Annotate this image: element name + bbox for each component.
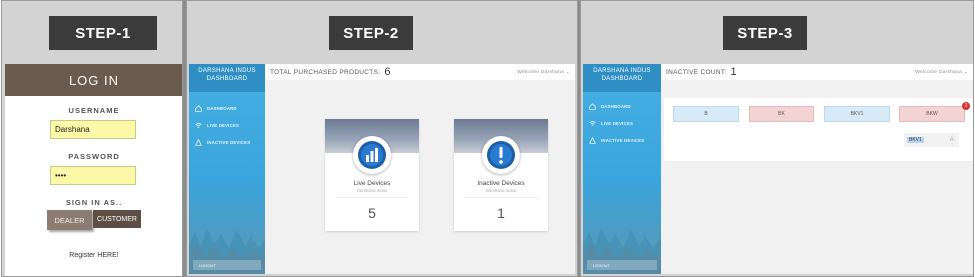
nav-dashboard-label: DASHBOARD	[601, 104, 631, 109]
nav-live-devices[interactable]: LIVE DEVICES	[583, 115, 661, 132]
username-label: USERNAME	[68, 106, 120, 115]
dealer-button[interactable]: DEALER	[47, 210, 92, 230]
device-chip-bkw[interactable]: BKW	[899, 106, 965, 122]
picker-selected: BKV1	[907, 137, 924, 143]
inactive-count-label: INACTIVE COUNT:	[666, 68, 727, 76]
tutorial-frame: STEP-1 LOG IN USERNAME Darshana PASSWORD…	[0, 0, 975, 277]
dashboard-brand: DARSHANA INDUS DASHBOARD	[583, 64, 661, 92]
wifi-icon	[589, 121, 596, 126]
login-panel: LOG IN USERNAME Darshana PASSWORD •••• S…	[5, 64, 182, 276]
card-subtitle: Darshana Indus	[485, 188, 517, 193]
total-products-label: TOTAL PURCHASED PRODUCTS:	[270, 68, 381, 76]
inactive-count-value: 1	[730, 66, 737, 78]
logout-label: LOGOUT	[593, 262, 610, 268]
wifi-icon	[195, 123, 202, 128]
password-input[interactable]: ••••	[50, 166, 136, 185]
sidebar: DARSHANA INDUS DASHBOARD DASHBOARD LIVE …	[583, 64, 661, 274]
nav-dashboard[interactable]: DASHBOARD	[583, 98, 661, 115]
welcome-menu[interactable]: Welcome Darshana ⌄	[915, 70, 968, 75]
bar-chart-icon	[353, 136, 391, 174]
sidebar: DARSHANA INDUS DASHBOARD DASHBOARD LIVE …	[189, 64, 265, 274]
step-3-column: STEP-3 DARSHANA INDUS DASHBOARD DASHBOAR…	[580, 0, 974, 277]
welcome-menu[interactable]: Welcome Darshana ⌄	[517, 70, 570, 75]
card-divider	[335, 197, 409, 198]
main-content: INACTIVE COUNT: 1 Welcome Darshana ⌄ B B…	[661, 64, 973, 274]
nav-live-devices-label: LIVE DEVICES	[601, 121, 634, 126]
card-title: Live Devices	[353, 180, 391, 187]
brand-line-2: DASHBOARD	[601, 76, 643, 83]
nav-inactive-devices[interactable]: INACTIVE DEVICES	[583, 132, 661, 149]
total-products-count: 6	[384, 66, 391, 78]
nav-live-devices-label: LIVE DEVICES	[207, 123, 240, 128]
device-chip-bk[interactable]: BK	[749, 106, 814, 122]
password-label: PASSWORD	[68, 152, 120, 161]
alert-badge: 1	[962, 102, 970, 110]
nav-inactive-devices-label: INACTIVE DEVICES	[601, 138, 645, 143]
warning-icon	[195, 139, 202, 146]
home-icon	[195, 105, 202, 112]
step-3-label: STEP-3	[723, 16, 807, 50]
step-2-label: STEP-2	[329, 16, 413, 50]
brand-line-2: DASHBOARD	[206, 76, 248, 83]
nav-inactive-devices-label: INACTIVE DEVICES	[207, 140, 251, 145]
brand-line-1: DARSHANA INDUS	[593, 68, 651, 74]
live-devices-card[interactable]: Live Devices Darshana Indus 5	[325, 119, 419, 231]
username-input[interactable]: Darshana	[50, 120, 136, 139]
logout-button[interactable]: LOGOUT	[587, 260, 657, 270]
step-1-label: STEP-1	[49, 16, 157, 50]
device-picker[interactable]: BKV1 A	[904, 133, 959, 147]
logout-label: LOGOUT	[199, 262, 216, 268]
topbar: TOTAL PURCHASED PRODUCTS: 6 Welcome Dars…	[265, 64, 575, 80]
nav-dashboard[interactable]: DASHBOARD	[189, 100, 265, 117]
topbar: INACTIVE COUNT: 1 Welcome Darshana ⌄	[661, 64, 973, 80]
dashboard-brand: DARSHANA INDUS DASHBOARD	[189, 64, 265, 92]
exclamation-icon	[482, 136, 520, 174]
main-content: TOTAL PURCHASED PRODUCTS: 6 Welcome Dars…	[265, 64, 575, 274]
register-link[interactable]: Register HERE!	[5, 252, 182, 259]
role-selector: DEALER CUSTOMER	[47, 210, 141, 230]
card-title: Inactive Devices	[477, 180, 525, 187]
warning-icon	[589, 137, 596, 144]
device-chip-b[interactable]: B	[673, 106, 739, 122]
card-divider	[464, 197, 538, 198]
step-2-column: STEP-2 DARSHANA INDUS DASHBOARD DASHBOAR…	[186, 0, 578, 277]
step-1-column: STEP-1 LOG IN USERNAME Darshana PASSWORD…	[1, 0, 183, 277]
nav-live-devices[interactable]: LIVE DEVICES	[189, 117, 265, 134]
device-panel: B BK BKV1 BKW 1 BKV1 A	[664, 98, 973, 161]
card-value: 1	[497, 205, 505, 221]
brand-line-1: DARSHANA INDUS	[198, 68, 256, 74]
signin-as-label: SIGN IN AS..	[65, 198, 123, 207]
card-value: 5	[368, 205, 376, 221]
nav-inactive-devices[interactable]: INACTIVE DEVICES	[189, 134, 265, 151]
card-subtitle: Darshana Indus	[356, 188, 388, 193]
logout-button[interactable]: LOGOUT	[193, 260, 261, 270]
device-chip-bkv1[interactable]: BKV1	[824, 106, 890, 122]
home-icon	[589, 103, 596, 110]
picker-letter: A	[949, 137, 954, 143]
inactive-devices-card[interactable]: Inactive Devices Darshana Indus 1	[454, 119, 548, 231]
customer-button[interactable]: CUSTOMER	[93, 210, 141, 228]
login-title: LOG IN	[5, 64, 182, 96]
nav-dashboard-label: DASHBOARD	[207, 106, 237, 111]
